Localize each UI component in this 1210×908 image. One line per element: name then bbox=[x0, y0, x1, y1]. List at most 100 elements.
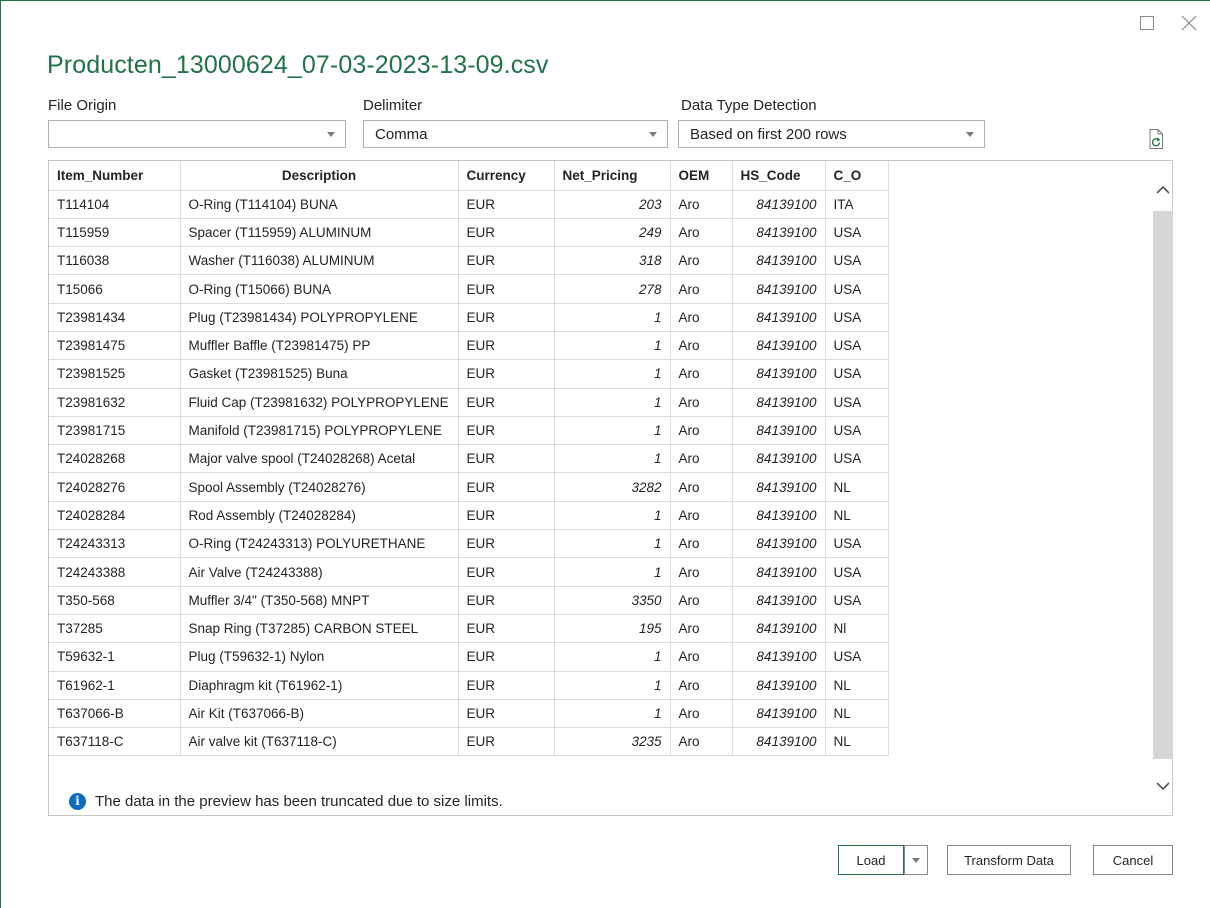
currency-cell: EUR bbox=[457, 670, 555, 700]
oem-cell: Aro bbox=[669, 613, 733, 644]
hs-code-cell: 84139100 bbox=[731, 330, 826, 361]
description-cell: Air Valve (T24243388) bbox=[179, 557, 459, 587]
refresh-icon[interactable] bbox=[1147, 128, 1167, 150]
table-row: T37285 Snap Ring (T37285) CARBON STEEL EUR… bbox=[49, 613, 889, 644]
item-number-cell: T637118-C bbox=[49, 727, 181, 757]
chevron-down-icon[interactable] bbox=[1155, 779, 1171, 793]
description-cell: Gasket (T23981525) Buna bbox=[179, 359, 459, 389]
vertical-scrollbar[interactable] bbox=[1153, 175, 1173, 797]
oem-cell: Aro bbox=[669, 727, 733, 757]
net-pricing-cell: 3350 bbox=[553, 585, 671, 615]
description-cell: O-Ring (T15066) BUNA bbox=[179, 274, 459, 304]
net-pricing-cell: 1 bbox=[553, 415, 671, 446]
hs-code-cell: 84139100 bbox=[731, 387, 826, 417]
item-number-cell: T115959 bbox=[49, 217, 181, 248]
transform-data-button[interactable]: Transform Data bbox=[947, 845, 1071, 875]
data-type-detection-value: Based on first 200 rows bbox=[690, 126, 847, 143]
country-of-origin-cell: NL bbox=[824, 698, 889, 729]
scrollbar-thumb[interactable] bbox=[1153, 211, 1173, 759]
item-number-cell: T350-568 bbox=[49, 585, 181, 615]
description-cell: Snap Ring (T37285) CARBON STEEL bbox=[179, 613, 459, 644]
net-pricing-cell: 1 bbox=[553, 444, 671, 474]
currency-cell: EUR bbox=[457, 642, 555, 672]
description-cell: Muffler Baffle (T23981475) PP bbox=[179, 330, 459, 361]
column-header[interactable]: Item_Number bbox=[49, 161, 181, 191]
column-header[interactable]: Description bbox=[179, 161, 459, 191]
column-header[interactable]: C_O bbox=[824, 161, 889, 191]
oem-cell: Aro bbox=[669, 585, 733, 615]
delimiter-label: Delimiter bbox=[363, 97, 423, 114]
description-cell: Plug (T23981434) POLYPROPYLENE bbox=[179, 302, 459, 332]
chevron-down-icon bbox=[649, 132, 657, 137]
delimiter-select[interactable]: Comma bbox=[363, 120, 668, 148]
column-header[interactable]: Net_Pricing bbox=[553, 161, 671, 191]
currency-cell: EUR bbox=[457, 613, 555, 644]
column-header[interactable]: OEM bbox=[669, 161, 733, 191]
data-type-detection-select[interactable]: Based on first 200 rows bbox=[678, 120, 985, 148]
country-of-origin-cell: USA bbox=[824, 330, 889, 361]
hs-code-cell: 84139100 bbox=[731, 698, 826, 729]
table-row: T24243388 Air Valve (T24243388) EUR 1 Aro 841… bbox=[49, 557, 889, 587]
description-cell: Spacer (T115959) ALUMINUM bbox=[179, 217, 459, 248]
oem-cell: Aro bbox=[669, 698, 733, 729]
oem-cell: Aro bbox=[669, 246, 733, 276]
currency-cell: EUR bbox=[457, 500, 555, 531]
hs-code-cell: 84139100 bbox=[731, 415, 826, 446]
column-header[interactable]: Currency bbox=[457, 161, 555, 191]
cancel-button[interactable]: Cancel bbox=[1093, 845, 1173, 875]
net-pricing-cell: 1 bbox=[553, 302, 671, 332]
item-number-cell: T24243388 bbox=[49, 557, 181, 587]
column-header[interactable]: HS_Code bbox=[731, 161, 826, 191]
oem-cell: Aro bbox=[669, 302, 733, 332]
oem-cell: Aro bbox=[669, 189, 733, 219]
hs-code-cell: 84139100 bbox=[731, 642, 826, 672]
hs-code-cell: 84139100 bbox=[731, 529, 826, 559]
currency-cell: EUR bbox=[457, 274, 555, 304]
table-header-row: Item_Number Description Currency Net_Pri… bbox=[49, 161, 889, 191]
truncation-notice: i The data in the preview has been trunc… bbox=[69, 791, 503, 811]
item-number-cell: T23981632 bbox=[49, 387, 181, 417]
table-row: T637118-C Air valve kit (T637118-C) EUR 323… bbox=[49, 727, 889, 757]
oem-cell: Aro bbox=[669, 472, 733, 502]
table-row: T23981525 Gasket (T23981525) Buna EUR 1 Aro 8… bbox=[49, 359, 889, 389]
file-origin-select[interactable] bbox=[48, 120, 346, 148]
country-of-origin-cell: ITA bbox=[824, 189, 889, 219]
close-icon[interactable] bbox=[1181, 15, 1201, 35]
item-number-cell: T23981715 bbox=[49, 415, 181, 446]
oem-cell: Aro bbox=[669, 217, 733, 248]
country-of-origin-cell: USA bbox=[824, 415, 889, 446]
table-row: T350-568 Muffler 3/4" (T350-568) MNPT EUR 3… bbox=[49, 585, 889, 615]
country-of-origin-cell: NL bbox=[824, 670, 889, 700]
load-button[interactable]: Load bbox=[838, 845, 904, 875]
net-pricing-cell: 1 bbox=[553, 330, 671, 361]
description-cell: Rod Assembly (T24028284) bbox=[179, 500, 459, 531]
item-number-cell: T24243313 bbox=[49, 529, 181, 559]
country-of-origin-cell: USA bbox=[824, 274, 889, 304]
preview-table: Item_Number Description Currency Net_Pri… bbox=[49, 161, 889, 757]
description-cell: O-Ring (T24243313) POLYURETHANE bbox=[179, 529, 459, 559]
net-pricing-cell: 1 bbox=[553, 557, 671, 587]
maximize-icon[interactable] bbox=[1139, 15, 1159, 35]
item-number-cell: T114104 bbox=[49, 189, 181, 219]
table-row: T114104 O-Ring (T114104) BUNA EUR 203 Aro 841… bbox=[49, 189, 889, 219]
table-row: T24028276 Spool Assembly (T24028276) EUR 32… bbox=[49, 472, 889, 502]
country-of-origin-cell: USA bbox=[824, 359, 889, 389]
oem-cell: Aro bbox=[669, 642, 733, 672]
load-options-dropdown[interactable] bbox=[904, 845, 928, 875]
info-message: The data in the preview has been truncat… bbox=[95, 792, 503, 810]
table-row: T61962-1 Diaphragm kit (T61962-1) EUR 1 Aro 8… bbox=[49, 670, 889, 700]
currency-cell: EUR bbox=[457, 472, 555, 502]
oem-cell: Aro bbox=[669, 387, 733, 417]
currency-cell: EUR bbox=[457, 698, 555, 729]
net-pricing-cell: 195 bbox=[553, 613, 671, 644]
net-pricing-cell: 1 bbox=[553, 642, 671, 672]
currency-cell: EUR bbox=[457, 217, 555, 248]
chevron-down-icon bbox=[327, 132, 335, 137]
country-of-origin-cell: USA bbox=[824, 557, 889, 587]
currency-cell: EUR bbox=[457, 415, 555, 446]
currency-cell: EUR bbox=[457, 387, 555, 417]
net-pricing-cell: 278 bbox=[553, 274, 671, 304]
chevron-up-icon[interactable] bbox=[1155, 183, 1171, 197]
oem-cell: Aro bbox=[669, 670, 733, 700]
table-row: T23981434 Plug (T23981434) POLYPROPYLENE E… bbox=[49, 302, 889, 332]
